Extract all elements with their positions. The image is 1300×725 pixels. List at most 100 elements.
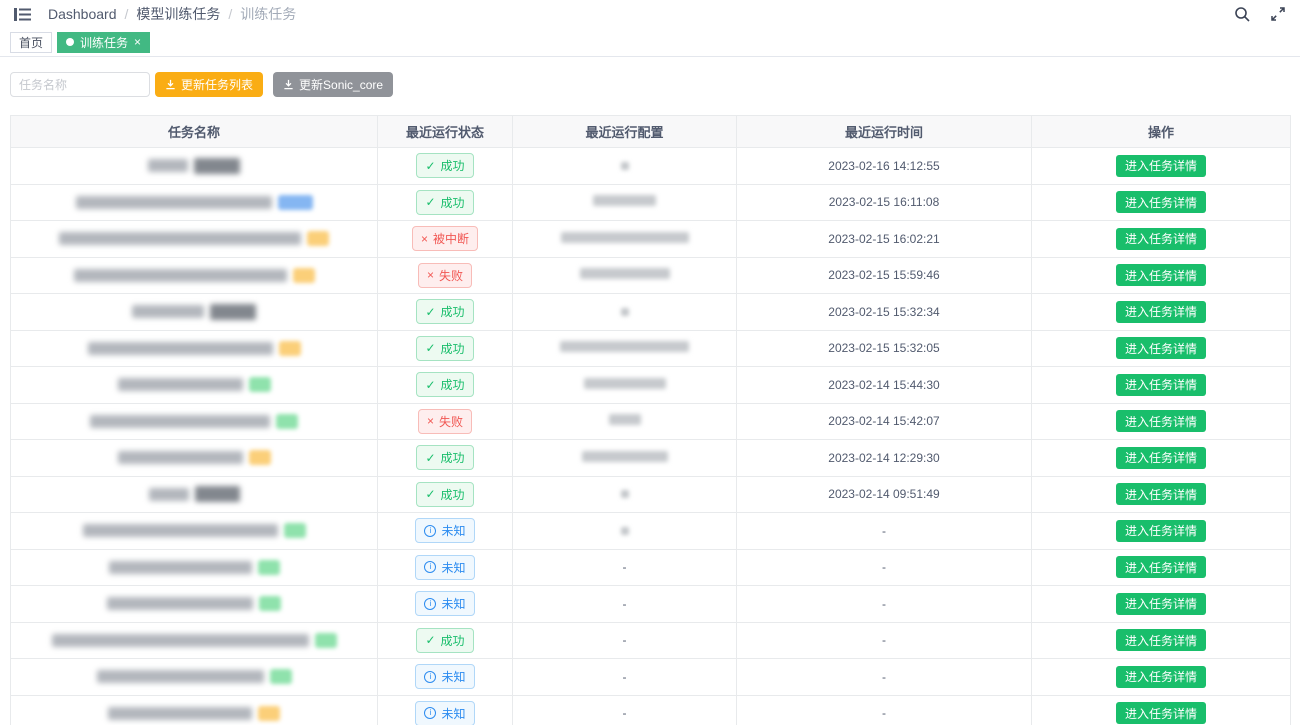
table-row: ✓成功2023-02-14 15:44:30进入任务详情 (11, 367, 1291, 404)
table-row: i未知--进入任务详情 (11, 659, 1291, 696)
redacted-task-name (74, 269, 287, 282)
status-label: 成功 (441, 449, 465, 466)
last-run-time: 2023-02-15 15:59:46 (737, 257, 1032, 294)
column-header-last-run-status: 最近运行状态 (378, 116, 513, 148)
table-row: ✓成功2023-02-16 14:12:55进入任务详情 (11, 148, 1291, 185)
status-cell: ×失败 (378, 257, 513, 294)
enter-task-details-button[interactable]: 进入任务详情 (1116, 702, 1206, 724)
download-icon (165, 79, 176, 90)
action-cell: 进入任务详情 (1032, 549, 1291, 586)
config-cell (513, 367, 737, 404)
tab-training-tasks-label: 训练任务 (80, 34, 128, 51)
table-row: i未知--进入任务详情 (11, 586, 1291, 623)
task-name-cell (11, 695, 378, 725)
menu-collapse-icon[interactable] (12, 4, 32, 24)
task-name-cell (11, 549, 378, 586)
tab-close-icon[interactable]: × (134, 36, 141, 48)
status-badge-success: ✓成功 (416, 445, 473, 470)
enter-task-details-button[interactable]: 进入任务详情 (1116, 483, 1206, 505)
action-cell: 进入任务详情 (1032, 586, 1291, 623)
enter-task-details-button[interactable]: 进入任务详情 (1116, 191, 1206, 213)
tab-home[interactable]: 首页 (10, 32, 52, 53)
enter-task-details-button[interactable]: 进入任务详情 (1116, 520, 1206, 542)
action-cell: 进入任务详情 (1032, 221, 1291, 258)
config-cell (513, 330, 737, 367)
enter-task-details-button[interactable]: 进入任务详情 (1116, 666, 1206, 688)
top-navbar: Dashboard / 模型训练任务 / 训练任务 (0, 0, 1300, 28)
config-cell (513, 403, 737, 440)
config-cell (513, 257, 737, 294)
action-cell: 进入任务详情 (1032, 513, 1291, 550)
redacted-config (621, 490, 629, 498)
enter-task-details-button[interactable]: 进入任务详情 (1116, 374, 1206, 396)
task-name-cell (11, 367, 378, 404)
enter-task-details-button[interactable]: 进入任务详情 (1116, 556, 1206, 578)
redacted-task-name (148, 159, 188, 172)
download-icon (283, 79, 294, 90)
breadcrumb-dashboard[interactable]: Dashboard (48, 6, 117, 22)
status-cell: ✓成功 (378, 476, 513, 513)
status-label: 未知 (441, 668, 465, 685)
last-run-time: - (737, 695, 1032, 725)
last-run-time: 2023-02-15 16:11:08 (737, 184, 1032, 221)
config-cell (513, 513, 737, 550)
active-tab-dot (66, 38, 74, 46)
status-cell: ✓成功 (378, 148, 513, 185)
table-header-row: 任务名称 最近运行状态 最近运行配置 最近运行时间 操作 (11, 116, 1291, 148)
status-badge-failed: ×失败 (418, 263, 472, 288)
status-badge-success: ✓成功 (416, 372, 473, 397)
task-name-cell (11, 184, 378, 221)
enter-task-details-button[interactable]: 进入任务详情 (1116, 410, 1206, 432)
fullscreen-icon[interactable] (1268, 4, 1288, 24)
redacted-config (593, 195, 656, 206)
config-cell (513, 294, 737, 331)
config-cell (513, 476, 737, 513)
interrupted-status-icon: × (421, 232, 428, 246)
action-cell: 进入任务详情 (1032, 184, 1291, 221)
redacted-task-name (107, 597, 253, 610)
status-badge-unknown: i未知 (415, 591, 474, 616)
task-tag-yellow (249, 450, 271, 465)
status-badge-success: ✓成功 (416, 153, 473, 178)
redacted-task-name (97, 670, 264, 683)
task-name-cell (11, 257, 378, 294)
tasks-table: 任务名称 最近运行状态 最近运行配置 最近运行时间 操作 ✓成功2023-02-… (10, 115, 1290, 725)
status-cell: i未知 (378, 695, 513, 725)
action-cell: 进入任务详情 (1032, 695, 1291, 725)
redacted-config (621, 527, 629, 535)
table-row: i未知-进入任务详情 (11, 513, 1291, 550)
status-badge-unknown: i未知 (415, 664, 474, 689)
success-status-icon: ✓ (425, 341, 435, 355)
enter-task-details-button[interactable]: 进入任务详情 (1116, 593, 1206, 615)
redacted-task-name (194, 158, 240, 174)
enter-task-details-button[interactable]: 进入任务详情 (1116, 301, 1206, 323)
enter-task-details-button[interactable]: 进入任务详情 (1116, 337, 1206, 359)
breadcrumb-model-training[interactable]: 模型训练任务 (136, 4, 220, 24)
table-row: ×失败 2023-02-15 15:59:46 进入任务详情 (11, 257, 1291, 294)
task-name-cell (11, 476, 378, 513)
enter-task-details-button[interactable]: 进入任务详情 (1116, 228, 1206, 250)
status-label: 未知 (441, 559, 465, 576)
table-row: ✓成功--进入任务详情 (11, 622, 1291, 659)
task-name-search-input[interactable] (10, 72, 150, 97)
config-cell (513, 184, 737, 221)
status-label: 成功 (441, 194, 465, 211)
last-run-time: 2023-02-15 15:32:05 (737, 330, 1032, 367)
task-name-cell (11, 148, 378, 185)
task-name-cell (11, 440, 378, 477)
unknown-status-icon: i (424, 561, 436, 573)
tab-training-tasks[interactable]: 训练任务 × (57, 32, 150, 53)
toolbar: 更新任务列表 更新Sonic_core (10, 72, 1290, 97)
enter-task-details-button[interactable]: 进入任务详情 (1116, 629, 1206, 651)
enter-task-details-button[interactable]: 进入任务详情 (1116, 155, 1206, 177)
update-sonic-core-button[interactable]: 更新Sonic_core (273, 72, 393, 97)
enter-task-details-button[interactable]: 进入任务详情 (1116, 264, 1206, 286)
update-task-list-button[interactable]: 更新任务列表 (155, 72, 263, 97)
action-cell: 进入任务详情 (1032, 367, 1291, 404)
tags-view-bar: 首页 训练任务 × (0, 28, 1300, 57)
status-badge-unknown: i 未知 (415, 555, 474, 580)
search-icon[interactable] (1232, 4, 1252, 24)
enter-task-details-button[interactable]: 进入任务详情 (1116, 447, 1206, 469)
update-sonic-core-label: 更新Sonic_core (299, 76, 383, 93)
action-cell: 进入任务详情 (1032, 476, 1291, 513)
